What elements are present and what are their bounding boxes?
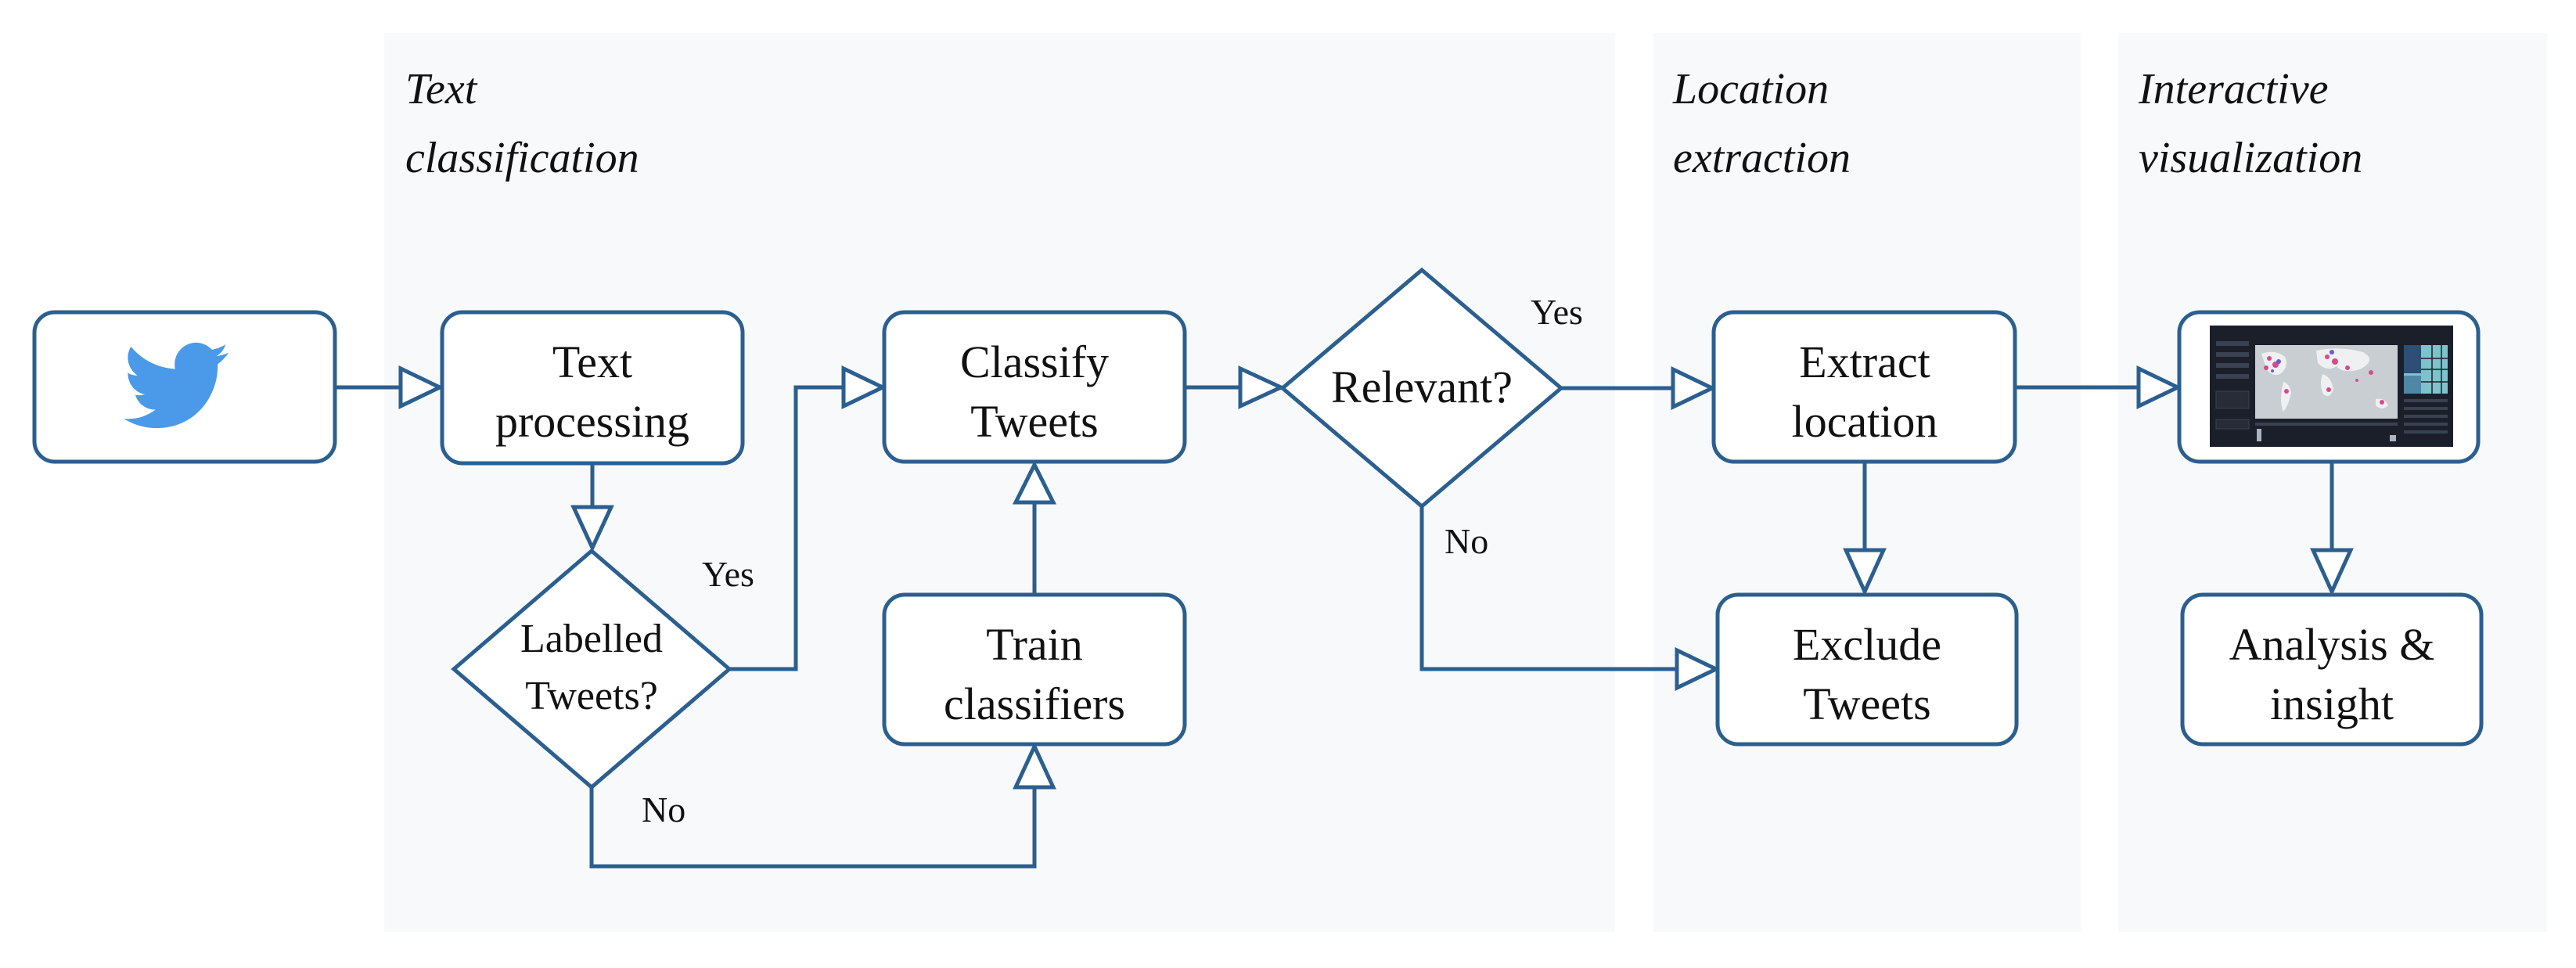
section-title-line-2: visualization — [2139, 134, 2362, 182]
node-extract-location: Extract location — [1711, 310, 2017, 464]
section-location-extraction: Location extraction — [1653, 33, 2081, 932]
decision-label: Relevant? — [1331, 362, 1513, 412]
edge-label-labelled-no: No — [642, 790, 685, 829]
node-label-line-1: Analysis & — [2229, 619, 2435, 670]
node-label-line-1: Train — [986, 619, 1083, 670]
edge-label-relevant-yes: Yes — [1531, 292, 1583, 332]
node-label-line-1: Classify — [960, 336, 1109, 387]
section-title-line-1: Text — [405, 65, 478, 113]
pipeline-flowchart: Text classification Location extraction … — [32, 33, 2547, 932]
section-title-line-2: classification — [405, 134, 639, 182]
node-label-line-2: Tweets — [1803, 678, 1930, 729]
node-visualization-dashboard — [2177, 310, 2481, 464]
node-label-line-2: location — [1792, 396, 1938, 447]
node-twitter-source — [32, 310, 337, 464]
node-text-processing: Text processing — [440, 310, 745, 466]
section-title-line-1: Location — [1672, 65, 1829, 113]
node-exclude-tweets: Exclude Tweets — [1715, 592, 2019, 747]
node-train-classifiers: Train classifiers — [882, 592, 1187, 747]
dashboard-thumbnail-icon — [2210, 326, 2453, 447]
node-label-line-2: insight — [2270, 678, 2394, 729]
section-title-line-2: extraction — [1673, 134, 1851, 182]
node-label-line-1: Text — [552, 336, 632, 387]
node-classify-tweets: Classify Tweets — [882, 310, 1187, 464]
decision-label-line-2: Tweets? — [525, 674, 658, 718]
decision-label-line-1: Labelled — [520, 617, 663, 661]
edge-label-labelled-yes: Yes — [702, 554, 754, 594]
node-label-line-1: Extract — [1799, 336, 1930, 387]
node-label-line-2: Tweets — [970, 396, 1098, 447]
section-title-line-1: Interactive — [2138, 65, 2329, 113]
node-label-line-2: classifiers — [944, 678, 1125, 729]
node-label-line-1: Exclude — [1793, 619, 1941, 670]
node-analysis-insight: Analysis & insight — [2180, 592, 2484, 747]
node-label-line-2: processing — [495, 396, 689, 447]
edge-label-relevant-no: No — [1445, 521, 1488, 561]
